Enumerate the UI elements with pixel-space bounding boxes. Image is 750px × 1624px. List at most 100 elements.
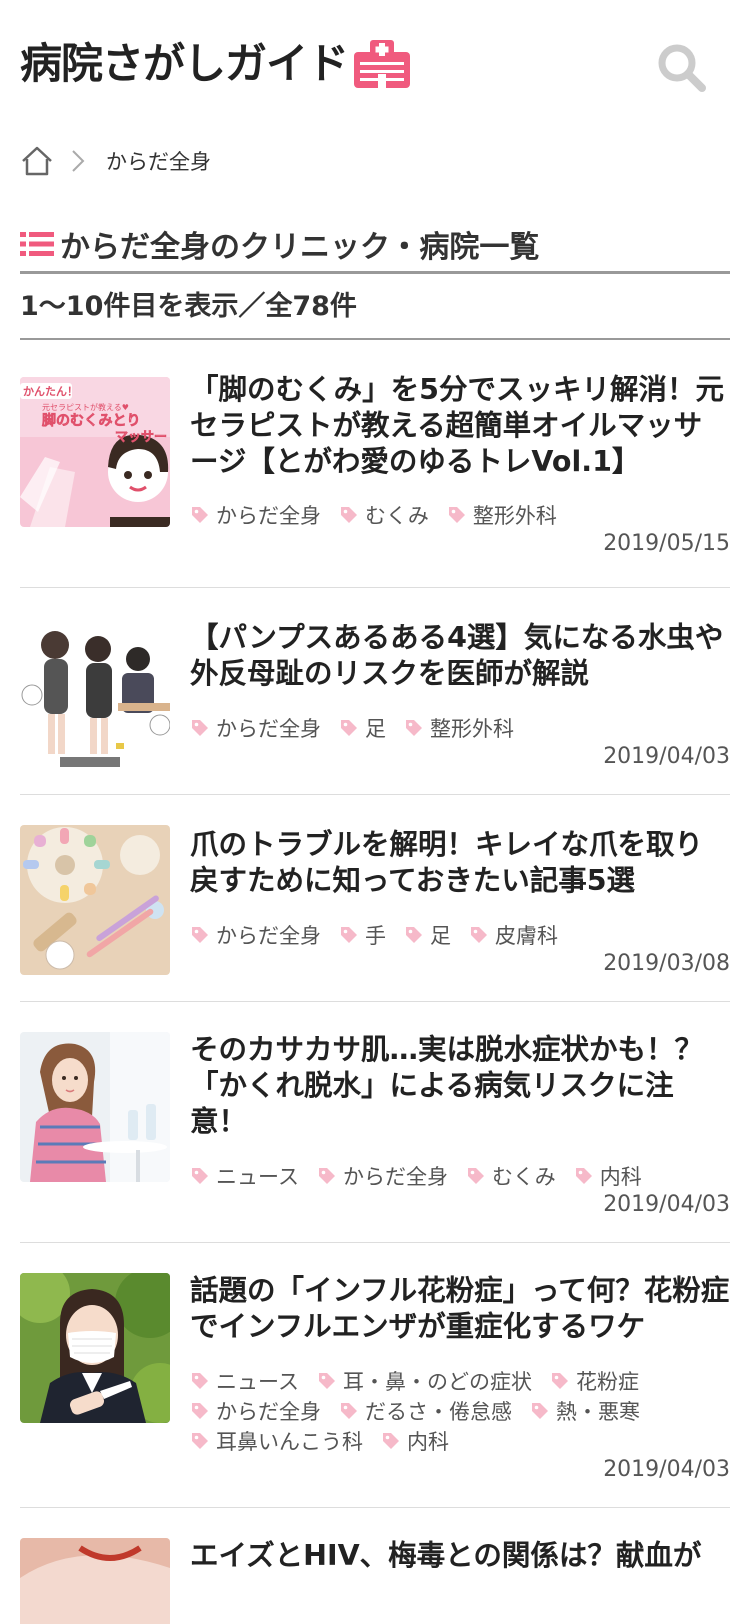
- tag-icon: [575, 1168, 592, 1184]
- tag-icon: [192, 720, 208, 736]
- tag-icon: [341, 720, 357, 736]
- article-card[interactable]: 話題の「インフル花粉症」って何？花粉症でインフルエンザが重症化するワケ ニュース…: [20, 1243, 730, 1508]
- tag-icon: [192, 1403, 208, 1419]
- tag-label: 内科: [407, 1430, 449, 1454]
- tag-list: ニュース 耳・鼻・のどの症状 花粉症 からだ全身 だるさ・倦怠感 熱・悪寒 耳鼻…: [190, 1366, 730, 1456]
- tag-icon: [406, 927, 422, 943]
- logo-text: 病院さがしガイド: [20, 39, 349, 88]
- thumb-label: かんたん！: [23, 385, 78, 398]
- tag-label: 整形外科: [472, 504, 557, 528]
- tag-label: 熱・悪寒: [556, 1400, 640, 1424]
- tag-label: むくみ: [491, 1165, 556, 1189]
- tag-icon: [406, 720, 422, 736]
- article-date: 2019/04/03: [603, 1192, 730, 1217]
- tag-icon: [192, 1373, 208, 1389]
- tag-list: ニュース からだ全身 むくみ 内科: [190, 1161, 730, 1191]
- tag-label: 内科: [599, 1165, 642, 1189]
- tag[interactable]: からだ全身: [190, 713, 321, 743]
- tag[interactable]: むくみ: [339, 500, 429, 530]
- tag[interactable]: 花粉症: [550, 1366, 639, 1396]
- article-title[interactable]: 【パンプスあるある4選】気になる水虫や外反母趾のリスクを医師が解説: [190, 620, 730, 692]
- thumb-label: マッサー: [115, 430, 167, 445]
- tag-label: ニュース: [216, 1165, 299, 1189]
- tag[interactable]: むくみ: [466, 1161, 556, 1191]
- tag-icon: [192, 1168, 208, 1184]
- thumb-label: 元セラピストが教える♥: [42, 402, 129, 412]
- tag-label: 耳鼻いんこう科: [216, 1430, 363, 1454]
- site-header: 病院さがしガイド: [0, 0, 750, 130]
- site-logo[interactable]: 病院さがしガイド: [20, 38, 412, 90]
- tag-icon: [341, 1403, 357, 1419]
- tag-icon: [471, 927, 487, 943]
- tag-label: むくみ: [365, 504, 429, 528]
- article-card[interactable]: かんたん！ 元セラピストが教える♥ 脚のむくみとり マッサー 「脚のむくみ」を5…: [20, 360, 730, 588]
- thumb-label: 脚のむくみとり: [42, 413, 141, 429]
- tag[interactable]: 皮膚科: [469, 920, 558, 950]
- tag-label: からだ全身: [216, 1400, 321, 1424]
- tag[interactable]: 熱・悪寒: [530, 1396, 640, 1426]
- search-icon[interactable]: [656, 42, 708, 94]
- tag[interactable]: 足: [339, 713, 386, 743]
- tag-icon: [192, 507, 208, 523]
- tag[interactable]: だるさ・倦怠感: [339, 1396, 512, 1426]
- tag-label: 手: [365, 924, 386, 948]
- tag-label: 耳・鼻・のどの症状: [342, 1370, 532, 1394]
- article-thumbnail: [20, 825, 170, 975]
- tag-label: だるさ・倦怠感: [365, 1400, 512, 1424]
- tag[interactable]: 足: [404, 920, 451, 950]
- tag-label: 整形外科: [430, 717, 514, 741]
- article-thumbnail: [20, 1273, 170, 1423]
- article-date: 2019/04/03: [603, 1457, 730, 1482]
- tag[interactable]: 内科: [574, 1161, 642, 1191]
- article-thumbnail: [20, 1032, 170, 1182]
- article-thumbnail: [20, 1538, 170, 1624]
- section-heading: からだ全身のクリニック・病院一覧: [20, 222, 730, 274]
- article-title[interactable]: 話題の「インフル花粉症」って何？花粉症でインフルエンザが重症化するワケ: [190, 1273, 730, 1345]
- tag[interactable]: からだ全身: [190, 920, 321, 950]
- article-card[interactable]: 【パンプスあるある4選】気になる水虫や外反母趾のリスクを医師が解説 からだ全身 …: [20, 588, 730, 795]
- article-date: 2019/03/08: [603, 951, 730, 976]
- tag[interactable]: 整形外科: [404, 713, 514, 743]
- home-icon[interactable]: [20, 144, 54, 178]
- tag-icon: [383, 1433, 399, 1449]
- article-thumbnail: かんたん！ 元セラピストが教える♥ 脚のむくみとり マッサー: [20, 377, 170, 527]
- article-card[interactable]: 爪のトラブルを解明！キレイな爪を取り戻すために知っておきたい記事5選 からだ全身…: [20, 795, 730, 1002]
- article-card[interactable]: そのカサカサ肌…実は脱水症状かも！？「かくれ脱水」による病気リスクに注意！ ニュ…: [20, 1002, 730, 1243]
- article-list: かんたん！ 元セラピストが教える♥ 脚のむくみとり マッサー 「脚のむくみ」を5…: [20, 360, 730, 1624]
- article-title[interactable]: 「脚のむくみ」を5分でスッキリ解消！元セラピストが教える超簡単オイルマッサージ【…: [190, 372, 730, 480]
- tag-icon: [532, 1403, 548, 1419]
- tag-list: からだ全身 むくみ 整形外科: [190, 500, 730, 530]
- tag-label: 花粉症: [575, 1370, 639, 1394]
- tag[interactable]: 手: [339, 920, 386, 950]
- tag[interactable]: からだ全身: [190, 500, 321, 530]
- tag[interactable]: 整形外科: [447, 500, 557, 530]
- chevron-right-icon: [72, 150, 85, 172]
- tag-list: からだ全身 手 足 皮膚科: [190, 920, 730, 950]
- tag[interactable]: 耳鼻いんこう科: [190, 1426, 363, 1456]
- tag-icon: [318, 1168, 335, 1184]
- tag-icon: [192, 1433, 208, 1449]
- article-title[interactable]: そのカサカサ肌…実は脱水症状かも！？「かくれ脱水」による病気リスクに注意！: [190, 1032, 730, 1140]
- tag[interactable]: からだ全身: [190, 1396, 321, 1426]
- tag[interactable]: からだ全身: [317, 1161, 448, 1191]
- article-date: 2019/04/03: [603, 744, 730, 769]
- tag-label: からだ全身: [342, 1165, 448, 1189]
- tag[interactable]: 内科: [381, 1426, 449, 1456]
- tag-icon: [448, 507, 465, 523]
- tag-icon: [341, 927, 357, 943]
- hospital-building-icon: [354, 40, 411, 88]
- page-title: からだ全身のクリニック・病院一覧: [60, 229, 540, 265]
- tag[interactable]: ニュース: [190, 1161, 299, 1191]
- breadcrumb-current: からだ全身: [106, 150, 211, 174]
- tag-icon: [318, 1373, 335, 1389]
- tag[interactable]: ニュース: [190, 1366, 299, 1396]
- article-title[interactable]: エイズとHIV、梅毒との関係は？献血が: [190, 1538, 730, 1574]
- article-title[interactable]: 爪のトラブルを解明！キレイな爪を取り戻すために知っておきたい記事5選: [190, 827, 730, 899]
- tag-label: 皮膚科: [495, 924, 558, 948]
- tag-label: 足: [365, 717, 386, 741]
- tag[interactable]: 耳・鼻・のどの症状: [317, 1366, 532, 1396]
- tag-label: からだ全身: [216, 924, 321, 948]
- article-card[interactable]: エイズとHIV、梅毒との関係は？献血が: [20, 1508, 730, 1624]
- tag-label: ニュース: [216, 1370, 299, 1394]
- list-icon: [20, 231, 54, 256]
